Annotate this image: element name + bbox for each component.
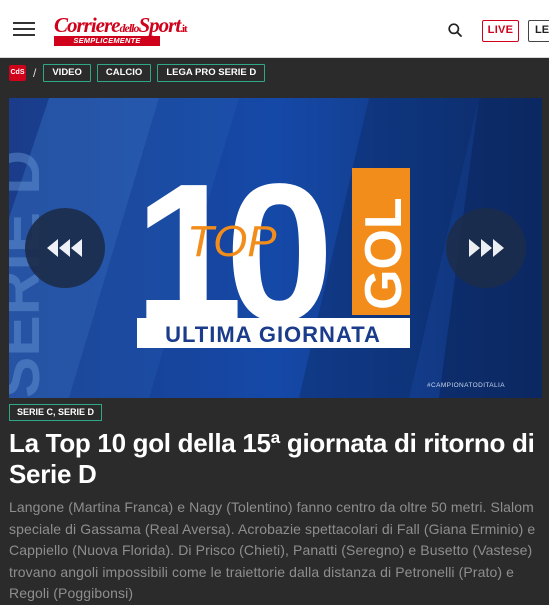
article-description: Langone (Martina Franca) e Nagy (Tolenti…	[9, 499, 536, 601]
site-header: CorrieredelloSport.it SEMPLICEMENTE PASS…	[0, 0, 549, 58]
home-badge[interactable]: CdS	[9, 65, 26, 81]
live-button[interactable]: LIVE	[482, 20, 519, 42]
search-icon[interactable]	[448, 23, 462, 37]
video-player[interactable]: SERIE D 10 GOL TOP ULTIMA GIORNATA #CAMP…	[9, 98, 542, 398]
video-hashtag: #CAMPIONATODITALIA	[427, 382, 505, 389]
breadcrumb-video[interactable]: VIDEO	[43, 64, 91, 82]
rewind-icon	[47, 239, 82, 257]
breadcrumb-calcio[interactable]: CALCIO	[96, 64, 152, 82]
breadcrumb: CdS / VIDEO CALCIO LEGA PRO SERIE D	[9, 64, 266, 82]
fast-forward-icon	[469, 239, 504, 257]
article-tag[interactable]: SERIE C, SERIE D	[9, 404, 103, 421]
leghe-button[interactable]: LEG	[528, 20, 549, 42]
video-top-text: TOP	[187, 217, 277, 266]
logo-tagline: SEMPLICEMENTE PASSIONE	[54, 36, 160, 55]
previous-video-button[interactable]	[25, 208, 105, 288]
video-gol-text: GOL	[355, 197, 413, 310]
site-logo[interactable]: CorrieredelloSport.it SEMPLICEMENTE PASS…	[54, 14, 189, 55]
next-video-button[interactable]	[446, 208, 526, 288]
breadcrumb-separator: /	[33, 66, 37, 80]
video-banner-text: ULTIMA GIORNATA	[165, 322, 381, 347]
breadcrumb-lega-pro-serie-d[interactable]: LEGA PRO SERIE D	[157, 64, 266, 82]
article-title: La Top 10 gol della 15ª giornata di rito…	[9, 428, 535, 489]
hamburger-menu-icon[interactable]	[13, 21, 35, 37]
